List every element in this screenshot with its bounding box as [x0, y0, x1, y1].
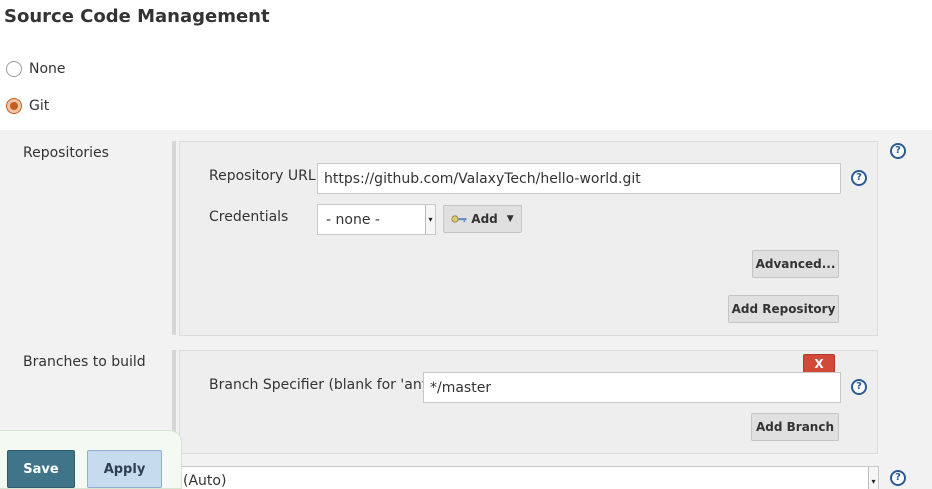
add-credentials-button[interactable]: Add ▼: [443, 205, 522, 233]
branches-label: Branches to build: [23, 354, 146, 370]
radio-git[interactable]: [6, 98, 22, 114]
radio-none[interactable]: [6, 61, 22, 77]
credentials-label: Credentials: [209, 209, 289, 225]
apply-button[interactable]: Apply: [87, 450, 162, 488]
repositories-divider: [172, 141, 176, 335]
repositories-label: Repositories: [23, 145, 109, 161]
scm-option-git[interactable]: Git: [6, 98, 49, 114]
credentials-select[interactable]: - none - ▾: [317, 204, 436, 235]
repository-url-help-icon[interactable]: ?: [851, 170, 867, 186]
repositories-help-icon[interactable]: ?: [890, 143, 906, 159]
delete-branch-button[interactable]: X: [803, 354, 835, 373]
branch-specifier-label: Branch Specifier (blank for 'any'): [209, 377, 440, 393]
key-icon: [451, 215, 467, 223]
add-branch-button[interactable]: Add Branch: [751, 413, 839, 441]
chevron-down-icon: ▾: [425, 205, 435, 234]
scm-option-git-label: Git: [29, 98, 50, 114]
scm-option-none-label: None: [29, 61, 66, 77]
repository-browser-help-icon[interactable]: ?: [890, 470, 906, 486]
scm-option-none[interactable]: None: [6, 61, 66, 77]
chevron-down-icon: ▾: [868, 467, 878, 489]
add-credentials-label: Add: [471, 212, 498, 226]
credentials-select-value: - none -: [326, 211, 380, 228]
caret-down-icon: ▼: [506, 214, 514, 224]
add-repository-button[interactable]: Add Repository: [728, 295, 839, 323]
advanced-button[interactable]: Advanced...: [752, 250, 839, 278]
repository-browser-select[interactable]: (Auto) ▾: [174, 466, 879, 489]
branch-specifier-input[interactable]: */master: [423, 372, 841, 403]
repository-browser-value: (Auto): [183, 473, 227, 489]
repository-url-input[interactable]: https://github.com/ValaxyTech/hello-worl…: [317, 163, 841, 194]
save-button[interactable]: Save: [7, 450, 75, 488]
repository-url-label: Repository URL: [209, 168, 316, 184]
section-title: Source Code Management: [4, 6, 270, 27]
branch-specifier-help-icon[interactable]: ?: [851, 379, 867, 395]
